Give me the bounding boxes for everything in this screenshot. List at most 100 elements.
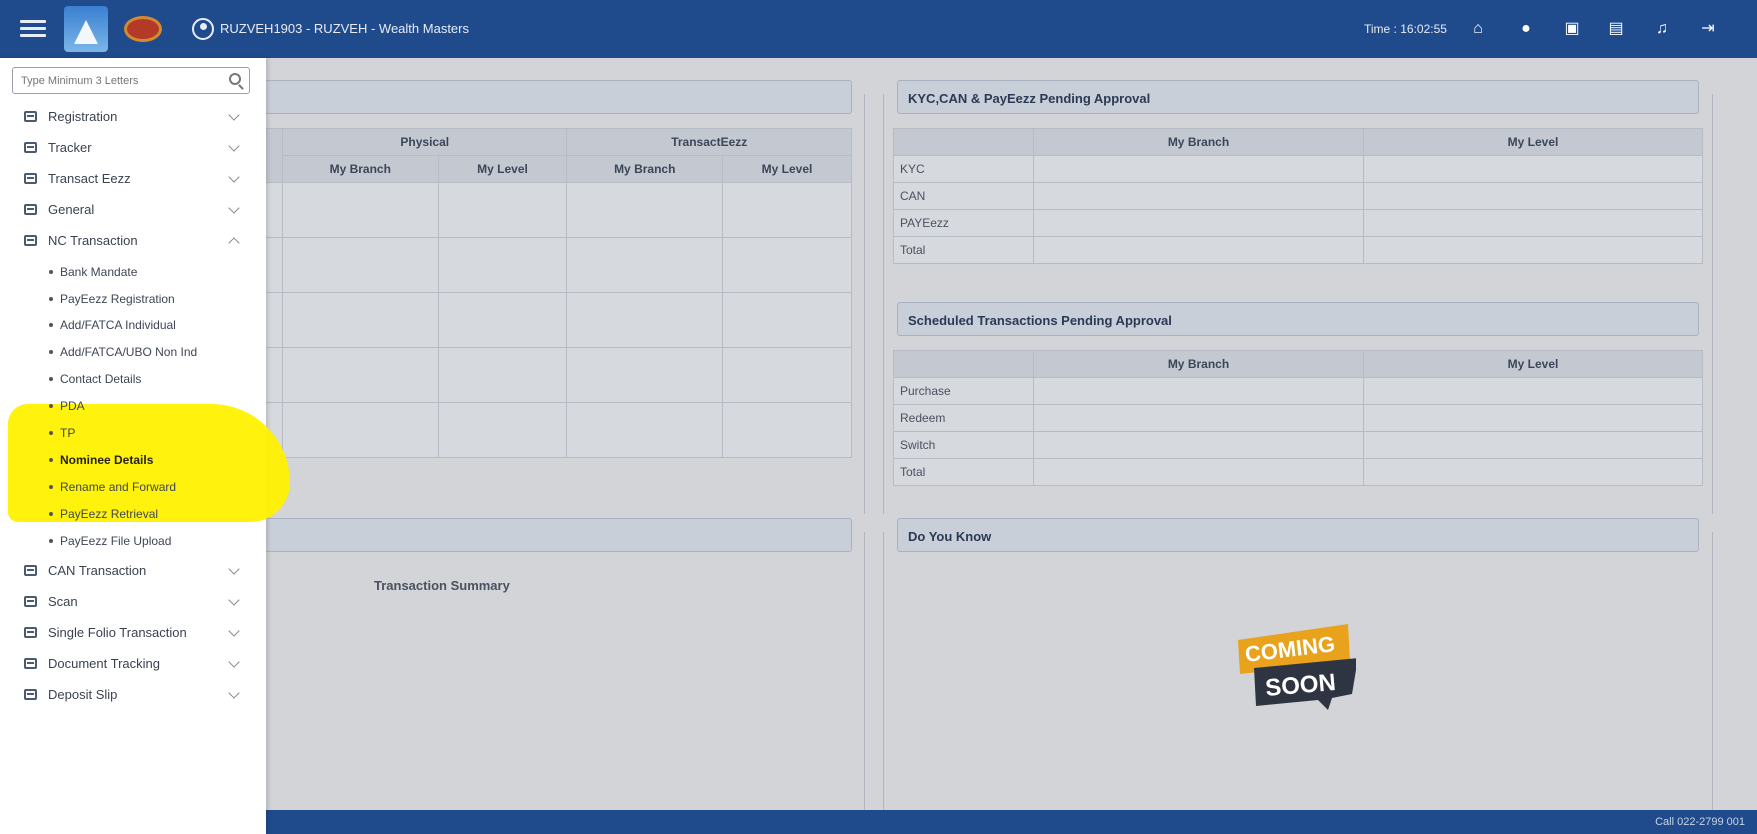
menu-book-icon (24, 173, 37, 184)
panel-divider (883, 532, 884, 810)
left-panel-header (254, 80, 852, 114)
sub-item-nominee-details[interactable]: Nominee Details (0, 447, 266, 473)
sub-item-bank-mandate[interactable]: Bank Mandate (0, 259, 266, 285)
top-bar: RUZVEH1903 - RUZVEH - Wealth Masters Tim… (0, 0, 1757, 58)
sub-item-contact-details[interactable]: Contact Details (0, 366, 266, 392)
sidebar: Registration Tracker Transact Eezz Gener… (0, 58, 290, 834)
row-label: Switch (893, 431, 1034, 459)
chevron-down-icon (228, 625, 240, 637)
menu-search (12, 67, 250, 94)
menu-book-icon (24, 627, 37, 638)
col-transact-branch: My Branch (566, 155, 724, 183)
menu-book-icon (24, 235, 37, 246)
col-my-branch: My Branch (1033, 128, 1364, 156)
panel-divider (864, 532, 865, 810)
sidebar-item-label: NC Transaction (48, 233, 138, 248)
menu-book-icon (24, 111, 37, 122)
table-icon[interactable]: ▤ (1606, 19, 1626, 39)
sidebar-item-label: Transact Eezz (48, 171, 131, 186)
panel-divider (883, 94, 884, 514)
chevron-down-icon (228, 563, 240, 575)
row-label: CAN (893, 182, 1034, 210)
sidebar-item-general[interactable]: General (0, 194, 266, 225)
do-you-know-header: Do You Know (897, 518, 1699, 552)
company-logo (64, 6, 108, 52)
user-circle-icon[interactable] (192, 18, 214, 40)
col-my-level: My Level (1363, 350, 1703, 378)
row-label: Redeem (893, 404, 1034, 432)
col-transacteezz: TransactEezz (566, 128, 852, 156)
physical-transact-table: Physical TransactEezz My Branch My Level… (254, 128, 852, 458)
sub-item-payeezz-registration[interactable]: PayEezz Registration (0, 286, 266, 312)
menu-book-icon (24, 565, 37, 576)
scheduled-pending-table: My Branch My Level Purchase Redeem Switc… (893, 350, 1703, 486)
menu-book-icon (24, 658, 37, 669)
menu-book-icon (24, 142, 37, 153)
sidebar-item-label: Document Tracking (48, 656, 160, 671)
sidebar-item-nc-transaction[interactable]: NC Transaction (0, 225, 266, 256)
sidebar-item-tracker[interactable]: Tracker (0, 132, 266, 163)
col-physical-branch: My Branch (282, 155, 439, 183)
sidebar-item-label: Tracker (48, 140, 92, 155)
menu-book-icon (24, 689, 37, 700)
coming-soon-badge: COMING SOON (1238, 624, 1356, 710)
row-label: PAYEezz (893, 209, 1034, 237)
sidebar-item-single-folio[interactable]: Single Folio Transaction (0, 617, 266, 648)
info-icon[interactable]: ● (1516, 19, 1536, 39)
sub-item-pda[interactable]: PDA (0, 393, 266, 419)
sidebar-item-label: Scan (48, 594, 78, 609)
sidebar-item-can-transaction[interactable]: CAN Transaction (0, 555, 266, 586)
home-icon[interactable]: ⌂ (1468, 19, 1488, 39)
chevron-down-icon (228, 140, 240, 152)
scheduled-panel-header: Scheduled Transactions Pending Approval (897, 302, 1699, 336)
chevron-down-icon (228, 171, 240, 183)
session-time: Time : 16:02:55 (1364, 22, 1447, 36)
menu-search-input[interactable] (13, 68, 213, 93)
sub-item-payeezz-file-upload[interactable]: PayEezz File Upload (0, 528, 266, 554)
sub-item-fatca-individual[interactable]: Add/FATCA Individual (0, 312, 266, 338)
col-physical: Physical (281, 128, 568, 156)
sub-item-fatca-non-ind[interactable]: Add/FATCA/UBO Non Ind (0, 339, 266, 365)
chevron-down-icon (228, 202, 240, 214)
sidebar-item-transact-eezz[interactable]: Transact Eezz (0, 163, 266, 194)
panel-divider (1712, 94, 1713, 514)
col-my-level: My Level (1363, 128, 1703, 156)
dropdown-box-icon[interactable]: ▣ (1562, 19, 1582, 39)
col-transact-level: My Level (722, 155, 852, 183)
chevron-down-icon (228, 656, 240, 668)
chevron-down-icon (228, 594, 240, 606)
panel-divider (864, 94, 865, 514)
partner-logo (124, 16, 162, 42)
panel-divider (1712, 532, 1713, 810)
menu-book-icon (24, 596, 37, 607)
chevron-down-icon (228, 687, 240, 699)
sidebar-item-label: Deposit Slip (48, 687, 118, 702)
sub-item-rename-forward[interactable]: Rename and Forward (0, 474, 266, 500)
search-icon[interactable] (229, 73, 241, 85)
sidebar-item-registration[interactable]: Registration (0, 101, 266, 132)
sidebar-item-scan[interactable]: Scan (0, 586, 266, 617)
row-label: Purchase (893, 377, 1034, 405)
sidebar-item-label: CAN Transaction (48, 563, 147, 578)
kyc-pending-table: My Branch My Level KYC CAN PAYEezz Total (893, 128, 1703, 264)
user-info: RUZVEH1903 - RUZVEH - Wealth Masters (220, 21, 469, 36)
footer-text: Call 022-2799 001 (1655, 816, 1745, 828)
col-physical-level: My Level (437, 155, 568, 183)
row-label: KYC (893, 155, 1034, 183)
sidebar-item-document-tracking[interactable]: Document Tracking (0, 648, 266, 679)
chevron-up-icon (228, 237, 240, 249)
sub-item-payeezz-retrieval[interactable]: PayEezz Retrieval (0, 501, 266, 527)
sub-item-tp[interactable]: TP (0, 420, 266, 446)
hamburger-menu-icon[interactable] (20, 20, 46, 38)
sidebar-item-label: Registration (48, 109, 118, 124)
row-label: Total (893, 236, 1034, 264)
logout-icon[interactable]: ⇥ (1698, 19, 1718, 39)
chevron-down-icon (228, 109, 240, 121)
sidebar-item-deposit-slip[interactable]: Deposit Slip (0, 679, 266, 710)
sidebar-item-label: Single Folio Transaction (48, 625, 187, 640)
summary-panel-header (254, 518, 852, 552)
bell-icon[interactable]: ♫ (1652, 19, 1672, 39)
col-my-branch: My Branch (1033, 350, 1364, 378)
transaction-summary-title: Transaction Summary (374, 578, 510, 593)
menu-book-icon (24, 204, 37, 215)
